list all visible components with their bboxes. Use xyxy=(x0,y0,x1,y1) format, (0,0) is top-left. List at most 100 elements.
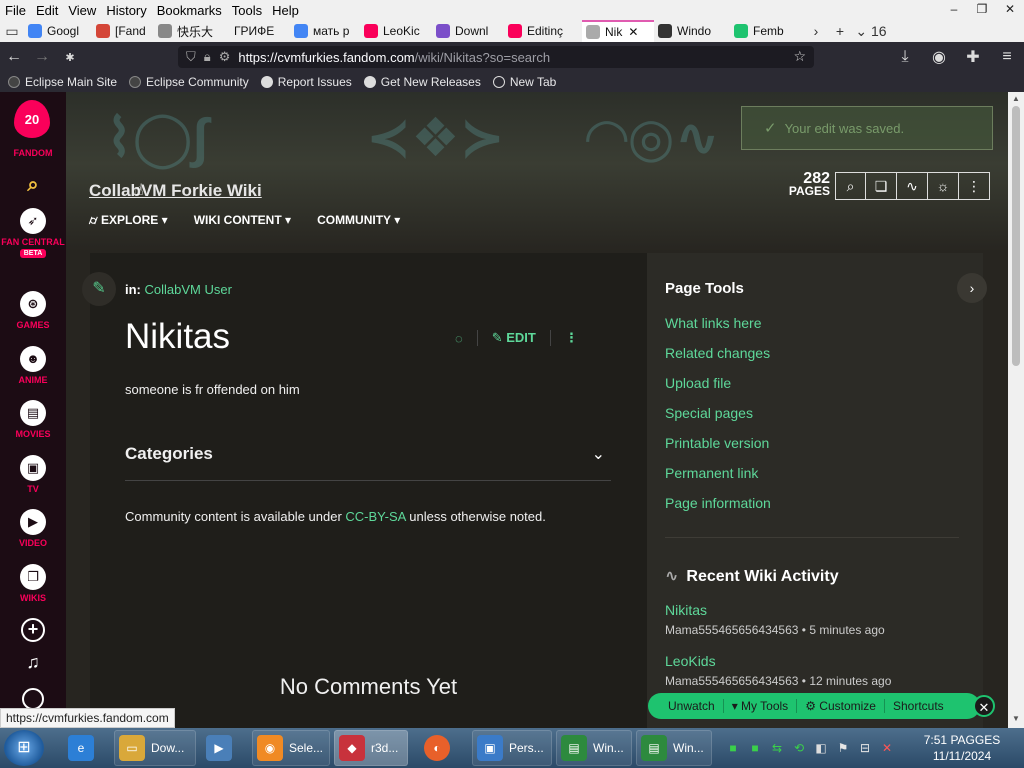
tool-special-pages[interactable]: Special pages xyxy=(665,405,753,421)
search-icon[interactable]: ⌕ xyxy=(835,172,866,200)
shield-icon[interactable]: ⛉ xyxy=(186,49,196,65)
tool-page-information[interactable]: Page information xyxy=(665,495,771,511)
reload-icon[interactable]: ✱ xyxy=(56,51,84,64)
tab-nikitas[interactable]: Nik ✕ xyxy=(582,20,654,42)
tool-permanent-link[interactable]: Permanent link xyxy=(665,465,758,481)
lock-icon[interactable]: 🔒︎ xyxy=(204,49,211,65)
activity-page-link[interactable]: LeoKids xyxy=(665,653,716,669)
scroll-up-icon[interactable]: ▲ xyxy=(1008,94,1024,103)
more-menu-icon[interactable]: ⋮ xyxy=(959,172,990,200)
start-button[interactable]: ⊞ xyxy=(4,730,44,766)
chevron-right-icon[interactable]: › xyxy=(957,273,987,303)
tab-windows[interactable]: Windo xyxy=(654,20,730,42)
edit-pencil-icon[interactable]: ✎ xyxy=(82,272,116,306)
tool-upload-file[interactable]: Upload file xyxy=(665,375,731,391)
tab-grife[interactable]: ГРИФЕ xyxy=(230,20,290,42)
tab-scroll-right-button[interactable]: › xyxy=(804,23,828,39)
taskbar-clock[interactable]: 7:51 PAGGES 11/11/2024 xyxy=(920,732,1004,764)
comment-icon[interactable]: ◌ xyxy=(455,331,463,346)
scrollbar-thumb[interactable] xyxy=(1012,106,1020,366)
license-link[interactable]: CC-BY-SA xyxy=(345,509,405,524)
tool-related-changes[interactable]: Related changes xyxy=(665,345,770,361)
permissions-icon[interactable]: ⚙ xyxy=(219,49,231,65)
tab-femboy[interactable]: Femb xyxy=(730,20,804,42)
rail-games[interactable]: ⊛ GAMES xyxy=(0,291,66,330)
nav-wiki-content[interactable]: WIKI CONTENT ▾ xyxy=(194,213,291,228)
rail-anime[interactable]: ☻ ANIME xyxy=(0,346,66,385)
nav-explore[interactable]: ⌭ EXPLORE ▾ xyxy=(89,213,168,228)
menu-hamburger-icon[interactable]: ≡ xyxy=(990,48,1024,66)
chevron-down-icon[interactable]: ⌄ xyxy=(592,444,605,464)
tool-printable-version[interactable]: Printable version xyxy=(665,435,769,451)
scroll-down-icon[interactable]: ▼ xyxy=(1008,714,1024,723)
activity-icon[interactable]: ∿ xyxy=(897,172,928,200)
menu-edit[interactable]: Edit xyxy=(31,3,63,18)
shortcuts-button[interactable]: Shortcuts xyxy=(885,699,952,713)
categories-section[interactable]: Categories ⌄ xyxy=(125,444,611,481)
menu-file[interactable]: File xyxy=(0,3,31,18)
rail-tv[interactable]: ▣ TV xyxy=(0,455,66,494)
action-center-flag-icon[interactable]: ⚑ xyxy=(832,741,854,755)
rail-fan-central[interactable]: ➶ FAN CENTRAL BETA xyxy=(0,208,66,258)
bookmark-star-icon[interactable]: ☆ xyxy=(793,48,806,65)
fandom-logo[interactable]: 20 xyxy=(11,100,53,144)
restore-button[interactable]: ❐ xyxy=(968,0,996,18)
tray-network-icon[interactable]: ⇆ xyxy=(766,741,788,755)
network-icon[interactable]: ⊟ xyxy=(854,741,876,755)
search-icon[interactable]: ⌕ xyxy=(0,174,66,197)
extensions-icon[interactable]: ✚ xyxy=(956,47,990,67)
bookmark-report-issues[interactable]: Report Issues xyxy=(260,75,352,89)
ie-taskbar-button[interactable]: e xyxy=(64,730,106,766)
tab-download[interactable]: Downl xyxy=(432,20,504,42)
tab-overview-icon[interactable]: ▭ xyxy=(0,23,24,40)
rail-fandom[interactable]: FANDOM xyxy=(0,148,66,158)
bookmark-eclipse-main[interactable]: Eclipse Main Site xyxy=(8,75,117,89)
notifications-bell-icon[interactable]: ♫ xyxy=(0,652,66,673)
tab-google[interactable]: Googl xyxy=(24,20,92,42)
theme-sun-icon[interactable]: ☼ xyxy=(928,172,959,200)
more-actions-icon[interactable]: ⋮ xyxy=(565,330,578,346)
discussions-icon[interactable]: ❏ xyxy=(866,172,897,200)
tray-green-icon[interactable]: ■ xyxy=(744,741,766,755)
taskbar-selected[interactable]: ◉ Sele... xyxy=(252,730,330,766)
activity-page-link[interactable]: Nikitas xyxy=(665,602,707,618)
menu-view[interactable]: View xyxy=(63,3,101,18)
tab-leokids[interactable]: LeoKic xyxy=(360,20,432,42)
menu-bookmarks[interactable]: Bookmarks xyxy=(152,3,227,18)
taskbar-window-1[interactable]: ▤ Win... xyxy=(556,730,632,766)
page-scrollbar[interactable]: ▲ ▼ xyxy=(1008,92,1024,728)
nav-community[interactable]: COMMUNITY ▾ xyxy=(317,213,400,228)
my-tools-button[interactable]: ▾ My Tools xyxy=(724,699,798,713)
taskbar-downloads[interactable]: ▭ Dow... xyxy=(114,730,196,766)
bookmark-new-tab[interactable]: New Tab xyxy=(492,75,556,89)
close-window-button[interactable]: ✕ xyxy=(996,0,1024,18)
rail-movies[interactable]: ▤ MOVIES xyxy=(0,400,66,439)
tab-editing[interactable]: Editinç xyxy=(504,20,582,42)
edit-button[interactable]: ✎ EDIT xyxy=(492,330,536,346)
taskbar-window-2[interactable]: ▤ Win... xyxy=(636,730,712,766)
rail-video[interactable]: ▶ VIDEO xyxy=(0,509,66,548)
firefox-taskbar-button[interactable]: ◐ xyxy=(420,730,464,766)
menu-tools[interactable]: Tools xyxy=(227,3,267,18)
bookmark-new-releases[interactable]: Get New Releases xyxy=(363,75,481,89)
downloads-icon[interactable]: ⤓ xyxy=(888,48,922,66)
customize-button[interactable]: ⚙ Customize xyxy=(797,699,885,713)
menu-history[interactable]: History xyxy=(101,3,151,18)
taskbar-personalize[interactable]: ▣ Pers... xyxy=(472,730,552,766)
rail-wikis[interactable]: ❐ WIKIS xyxy=(0,564,66,603)
list-all-tabs-button[interactable]: ⌄ 16 xyxy=(852,23,890,40)
category-link[interactable]: CollabVM User xyxy=(145,282,232,297)
tab-chinese[interactable]: 快乐大 xyxy=(154,20,230,42)
volume-muted-icon[interactable]: ✕ xyxy=(876,741,898,755)
wiki-title[interactable]: CollabVM Forkie Wiki xyxy=(89,181,262,201)
tab-mat[interactable]: мать р xyxy=(290,20,360,42)
back-icon[interactable]: ← xyxy=(0,48,28,66)
tool-what-links-here[interactable]: What links here xyxy=(665,315,761,331)
menu-help[interactable]: Help xyxy=(267,3,304,18)
minimize-button[interactable]: – xyxy=(940,0,968,18)
forward-icon[interactable]: → xyxy=(28,48,56,66)
unwatch-button[interactable]: Unwatch xyxy=(660,699,724,713)
tray-app-icon[interactable]: ◧ xyxy=(810,741,832,755)
new-tab-button[interactable]: + xyxy=(828,23,852,39)
media-player-taskbar-button[interactable]: ▶ xyxy=(202,730,244,766)
